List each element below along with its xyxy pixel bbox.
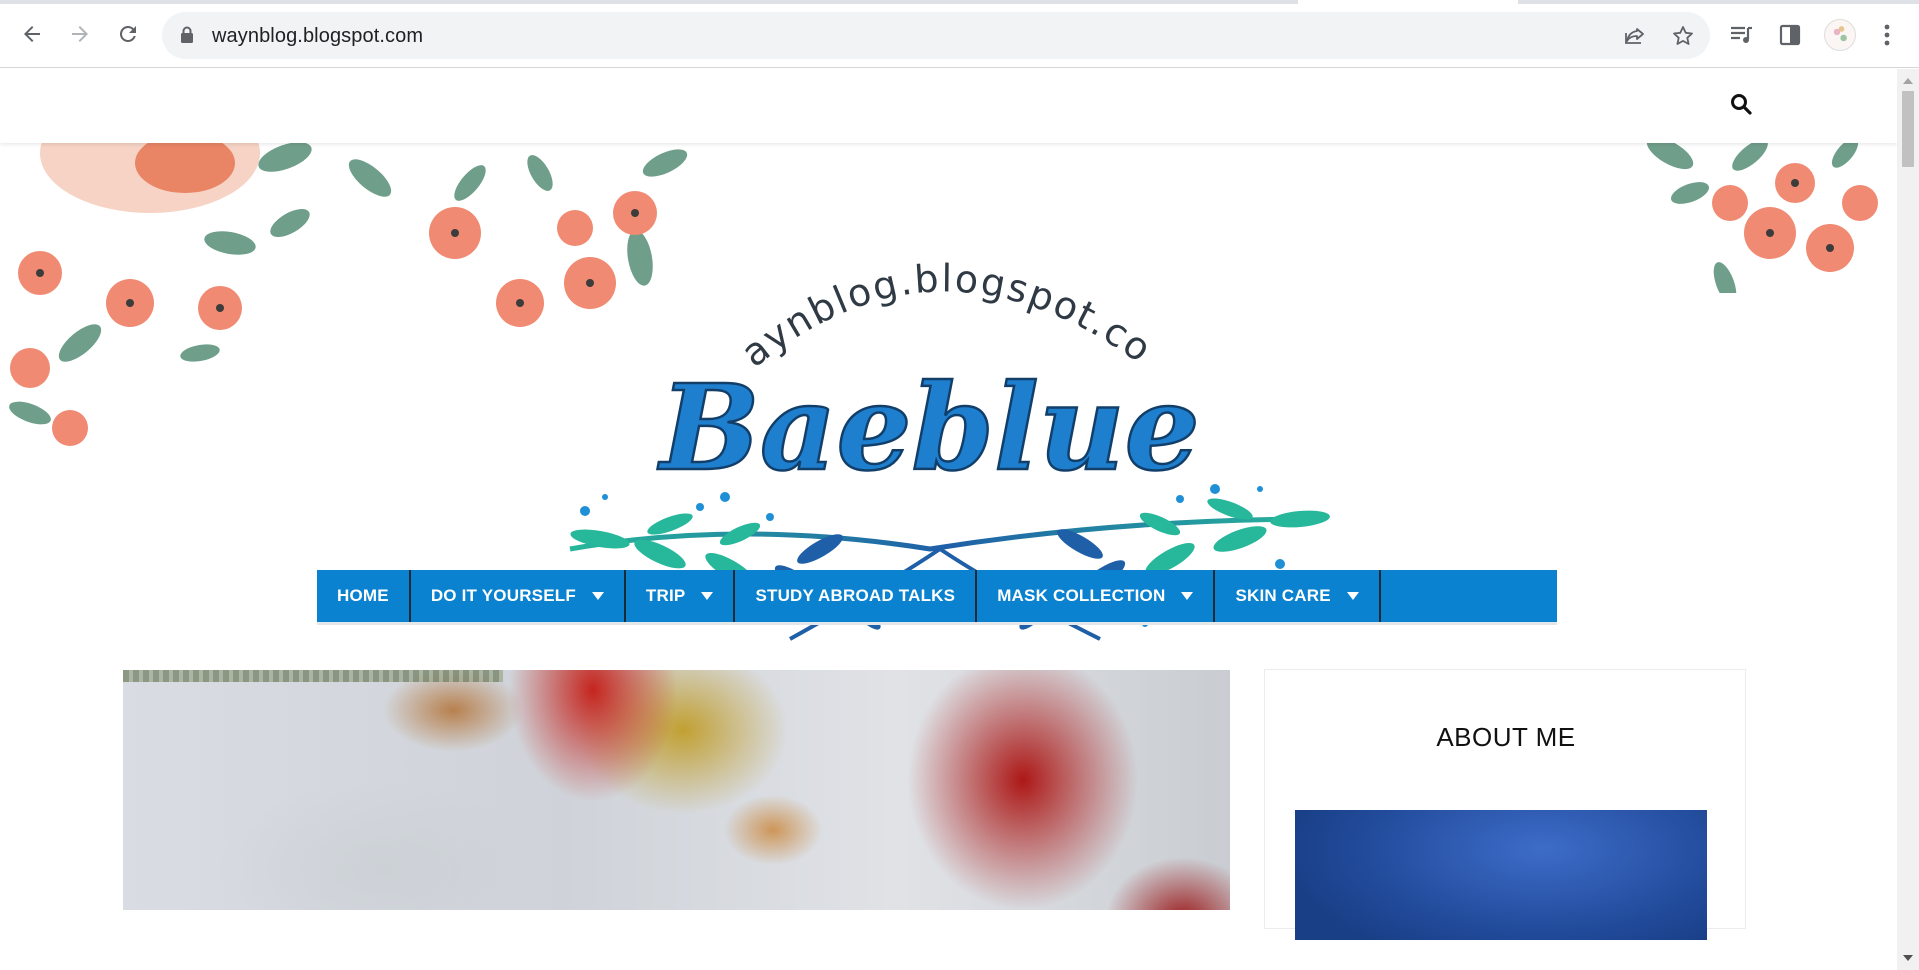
reload-icon bbox=[119, 25, 136, 42]
logo-brand-text: Baeblue bbox=[657, 358, 1199, 497]
nav-item-label: HOME bbox=[337, 586, 389, 605]
nav-item-label: STUDY ABROAD TALKS bbox=[755, 586, 956, 605]
nav-item-label: SKIN CARE bbox=[1235, 586, 1331, 605]
nav-item-label: MASK COLLECTION bbox=[997, 586, 1166, 605]
tab-strip bbox=[0, 0, 1919, 4]
page-viewport: waynblog.blogspot.com Baeblue bbox=[0, 69, 1897, 970]
featured-post-image[interactable] bbox=[123, 670, 1230, 910]
tab-strip-background bbox=[0, 0, 1298, 4]
profile-avatar[interactable] bbox=[1824, 19, 1856, 51]
tab-strip-background-right bbox=[1518, 0, 1919, 4]
nav-item-home[interactable]: HOME bbox=[317, 570, 411, 622]
widget-title: ABOUT ME bbox=[1436, 722, 1576, 752]
about-me-widget: ABOUT ME bbox=[1264, 669, 1746, 940]
share-button[interactable] bbox=[1622, 23, 1648, 49]
more-menu-icon bbox=[1884, 24, 1890, 46]
media-control-button[interactable] bbox=[1727, 20, 1757, 50]
nav-item-trip[interactable]: TRIP bbox=[626, 570, 736, 622]
logo-arc-text: waynblog.blogspot.com bbox=[560, 189, 1161, 375]
bookmark-button[interactable] bbox=[1670, 23, 1696, 49]
main-navigation: HOME DO IT YOURSELF TRIP STUDY ABROAD TA… bbox=[317, 570, 1557, 622]
url-text[interactable]: waynblog.blogspot.com bbox=[212, 25, 423, 48]
lock-icon bbox=[181, 26, 193, 43]
dropdown-caret-icon bbox=[591, 592, 604, 600]
reload-button[interactable] bbox=[110, 16, 146, 52]
site-top-bar bbox=[0, 69, 1897, 143]
back-button[interactable] bbox=[14, 16, 50, 52]
scroll-down-arrow-icon[interactable] bbox=[1903, 955, 1913, 961]
more-menu-button[interactable] bbox=[1872, 20, 1902, 50]
scroll-up-arrow-icon[interactable] bbox=[1903, 78, 1913, 84]
browser-toolbar: waynblog.blogspot.com bbox=[0, 0, 1919, 68]
nav-item-label: DO IT YOURSELF bbox=[430, 586, 576, 605]
search-icon[interactable] bbox=[1730, 93, 1752, 115]
image-detail bbox=[123, 670, 503, 682]
dropdown-caret-icon bbox=[1346, 592, 1359, 600]
side-panel-button[interactable] bbox=[1775, 20, 1805, 50]
nav-item-study-abroad-talks[interactable]: STUDY ABROAD TALKS bbox=[735, 570, 978, 622]
page-scrollbar[interactable] bbox=[1897, 69, 1919, 970]
dropdown-caret-icon bbox=[1181, 592, 1194, 600]
media-control-icon bbox=[1731, 26, 1752, 43]
dropdown-caret-icon bbox=[701, 592, 714, 600]
bookmark-star-icon bbox=[1673, 26, 1693, 45]
share-icon bbox=[1625, 28, 1644, 44]
scrollbar-thumb[interactable] bbox=[1902, 91, 1914, 167]
nav-item-mask-collection[interactable]: MASK COLLECTION bbox=[977, 570, 1216, 622]
about-me-photo bbox=[1295, 810, 1707, 940]
address-bar[interactable]: waynblog.blogspot.com bbox=[162, 12, 1710, 59]
nav-item-do-it-yourself[interactable]: DO IT YOURSELF bbox=[411, 570, 626, 622]
nav-item-label: TRIP bbox=[645, 586, 686, 605]
forward-button[interactable] bbox=[62, 16, 98, 52]
nav-item-skin-care[interactable]: SKIN CARE bbox=[1215, 570, 1381, 622]
side-panel-icon bbox=[1779, 24, 1801, 46]
back-arrow-icon bbox=[24, 26, 40, 42]
floral-decoration-right bbox=[1646, 143, 1878, 293]
forward-arrow-icon bbox=[72, 26, 88, 42]
